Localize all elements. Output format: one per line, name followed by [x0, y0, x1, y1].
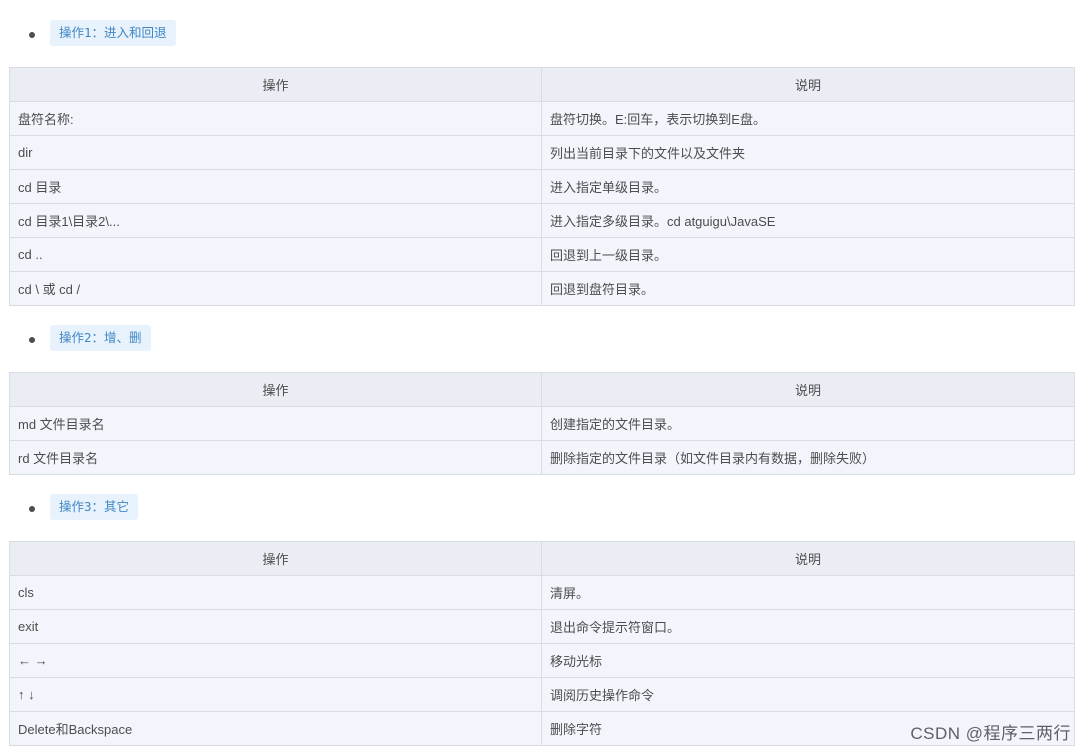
description-cell: 回退到盘符目录。: [541, 271, 1075, 306]
operation-cell: rd 文件目录名: [9, 440, 542, 475]
table-row: cd 目录 进入指定单级目录。: [9, 169, 1075, 204]
description-cell: 调阅历史操作命令: [541, 677, 1075, 712]
table-row: cd \ 或 cd / 回退到盘符目录。: [9, 271, 1075, 306]
section-other: 操作3：其它: [0, 492, 1085, 526]
bullet-item: 操作1：进入和回退: [0, 18, 1085, 52]
operation-cell: exit: [9, 609, 542, 644]
description-cell: 清屏。: [541, 575, 1075, 610]
table-row: cd 目录1\目录2\... 进入指定多级目录。cd atguigu\JavaS…: [9, 203, 1075, 238]
table-row: rd 文件目录名 删除指定的文件目录（如文件目录内有数据，删除失败）: [9, 440, 1075, 475]
operation-cell: cd ..: [9, 237, 542, 272]
table-row: dir 列出当前目录下的文件以及文件夹: [9, 135, 1075, 170]
bullet-item: 操作3：其它: [0, 492, 1085, 526]
section-enter-and-back: 操作1：进入和回退: [0, 18, 1085, 52]
table-row: ↑ ↓ 调阅历史操作命令: [9, 677, 1075, 712]
description-cell: 删除指定的文件目录（如文件目录内有数据，删除失败）: [541, 440, 1075, 475]
operation-cell: ← →: [9, 643, 542, 678]
table-row: cd .. 回退到上一级目录。: [9, 237, 1075, 272]
column-header-description: 说明: [541, 372, 1075, 407]
description-cell: 创建指定的文件目录。: [541, 406, 1075, 441]
command-table: 操作 说明 cls 清屏。 exit 退出命令提示符窗口。 ← → 移动光标 ↑…: [9, 541, 1075, 746]
operation-cell: md 文件目录名: [9, 406, 542, 441]
bullet-dot-icon: [29, 32, 35, 38]
description-cell: 回退到上一级目录。: [541, 237, 1075, 272]
command-table: 操作 说明 md 文件目录名 创建指定的文件目录。 rd 文件目录名 删除指定的…: [9, 372, 1075, 475]
column-header-description: 说明: [541, 541, 1075, 576]
table-header-row: 操作 说明: [9, 372, 1075, 407]
section-tag: 操作1：进入和回退: [50, 20, 176, 46]
operation-cell: cls: [9, 575, 542, 610]
bullet-dot-icon: [29, 337, 35, 343]
table-row: exit 退出命令提示符窗口。: [9, 609, 1075, 644]
bullet-dot-icon: [29, 506, 35, 512]
description-cell: 列出当前目录下的文件以及文件夹: [541, 135, 1075, 170]
command-table: 操作 说明 盘符名称: 盘符切换。E:回车，表示切换到E盘。 dir 列出当前目…: [9, 67, 1075, 306]
section-add-and-delete: 操作2：增、删: [0, 323, 1085, 357]
section-tag: 操作3：其它: [50, 494, 139, 520]
column-header-operation: 操作: [9, 67, 542, 102]
operation-cell: cd 目录: [9, 169, 542, 204]
table-header-row: 操作 说明: [9, 67, 1075, 102]
section-tag: 操作2：增、删: [50, 325, 151, 351]
bullet-item: 操作2：增、删: [0, 323, 1085, 357]
table-row: ← → 移动光标: [9, 643, 1075, 678]
description-cell: 进入指定多级目录。cd atguigu\JavaSE: [541, 203, 1075, 238]
description-cell: 盘符切换。E:回车，表示切换到E盘。: [541, 101, 1075, 136]
operation-cell: cd \ 或 cd /: [9, 271, 542, 306]
operation-cell: 盘符名称:: [9, 101, 542, 136]
operation-cell: ↑ ↓: [9, 677, 542, 712]
description-cell: 进入指定单级目录。: [541, 169, 1075, 204]
column-header-operation: 操作: [9, 541, 542, 576]
table-row: cls 清屏。: [9, 575, 1075, 610]
description-cell: 移动光标: [541, 643, 1075, 678]
operation-cell: dir: [9, 135, 542, 170]
table-header-row: 操作 说明: [9, 541, 1075, 576]
operation-cell: Delete和Backspace: [9, 711, 542, 746]
csdn-watermark: CSDN @程序三两行: [910, 724, 1071, 743]
description-cell: 退出命令提示符窗口。: [541, 609, 1075, 644]
table-row: 盘符名称: 盘符切换。E:回车，表示切换到E盘。: [9, 101, 1075, 136]
operation-cell: cd 目录1\目录2\...: [9, 203, 542, 238]
column-header-operation: 操作: [9, 372, 542, 407]
table-row: md 文件目录名 创建指定的文件目录。: [9, 406, 1075, 441]
column-header-description: 说明: [541, 67, 1075, 102]
